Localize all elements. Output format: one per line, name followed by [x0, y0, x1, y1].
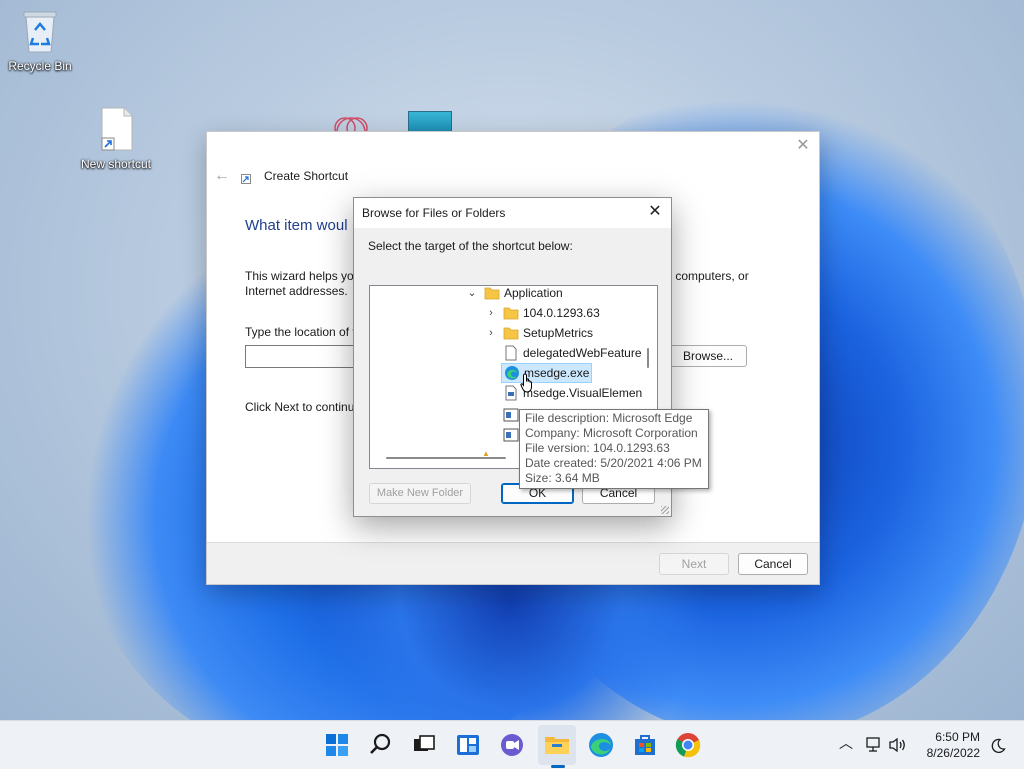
file-icon: [505, 345, 517, 361]
chevron-right-icon[interactable]: ›: [486, 323, 496, 343]
wizard-heading: What item woul: [245, 217, 348, 234]
browse-titlebar[interactable]: Browse for Files or Folders ✕: [354, 198, 671, 228]
taskbar: ︿ 6:50 PM 8/26/2022: [0, 720, 1024, 769]
resize-grip-icon[interactable]: [661, 506, 669, 514]
edge-icon[interactable]: [587, 731, 615, 759]
network-icon[interactable]: [865, 736, 883, 754]
location-label: Type the location of t: [245, 325, 356, 339]
folder-icon: [484, 287, 500, 300]
desktop-app-icon[interactable]: [327, 108, 375, 132]
tooltip-size: Size: 3.64 MB: [525, 471, 600, 485]
browse-instruction: Select the target of the shortcut below:: [368, 239, 573, 253]
wizard-title: Create Shortcut: [264, 169, 349, 183]
widgets-icon[interactable]: [454, 731, 482, 759]
file-tooltip: File description: Microsoft Edge Company…: [519, 409, 709, 489]
desktop-icon-label: Recycle Bin: [8, 59, 72, 73]
volume-icon[interactable]: [888, 736, 908, 754]
xml-file-icon: [505, 385, 517, 401]
file-explorer-icon[interactable]: [543, 731, 571, 759]
close-icon[interactable]: ✕: [647, 204, 663, 220]
chevron-down-icon[interactable]: ⌄: [467, 286, 477, 303]
file-icon: [503, 408, 519, 422]
edge-icon: [505, 366, 519, 380]
chrome-icon[interactable]: [674, 731, 702, 759]
start-icon[interactable]: [323, 731, 351, 759]
cancel-button[interactable]: Cancel: [738, 553, 808, 575]
desktop-icon-new-shortcut[interactable]: New shortcut: [76, 106, 156, 171]
wizard-footer: Next Cancel: [207, 542, 819, 584]
clock-date[interactable]: 8/26/2022: [910, 746, 980, 760]
desktop-app-icon[interactable]: [408, 111, 452, 133]
tree-item-selected[interactable]: msedge.exe: [501, 363, 592, 383]
chevron-right-icon[interactable]: ›: [486, 303, 496, 323]
wizard-description-line2: Internet addresses.: [245, 284, 348, 298]
shortcut-small-icon: [241, 174, 251, 184]
chat-icon[interactable]: [498, 731, 526, 759]
tooltip-company: Company: Microsoft Corporation: [525, 426, 698, 440]
wizard-description: This wizard helps you: [245, 269, 361, 283]
tooltip-version: File version: 104.0.1293.63: [525, 441, 670, 455]
task-view-icon[interactable]: [410, 731, 438, 759]
continue-text: Click Next to continu: [245, 400, 355, 414]
search-icon[interactable]: [367, 731, 395, 759]
hand-cursor-icon: [520, 373, 532, 393]
make-new-folder-button[interactable]: Make New Folder: [369, 483, 471, 504]
shortcut-file-icon: [101, 107, 133, 151]
desktop-icon-recycle-bin[interactable]: Recycle Bin: [0, 8, 80, 73]
store-icon[interactable]: [631, 731, 659, 759]
folder-icon: [503, 327, 519, 340]
notification-moon-icon[interactable]: [990, 738, 1006, 754]
tooltip-created: Date created: 5/20/2021 4:06 PM: [525, 456, 702, 470]
scroll-down-icon[interactable]: ▲: [482, 449, 492, 458]
recycle-bin-icon: [23, 11, 57, 53]
tree-scrollbar-thumb[interactable]: [647, 348, 649, 368]
file-icon: [503, 428, 519, 442]
chevron-up-icon[interactable]: ︿: [838, 733, 854, 753]
folder-icon: [503, 307, 519, 320]
clock-time[interactable]: 6:50 PM: [920, 730, 980, 744]
back-arrow-icon[interactable]: ←: [214, 168, 230, 184]
browse-dialog-title: Browse for Files or Folders: [362, 206, 506, 220]
desktop-icon-label: New shortcut: [80, 157, 152, 171]
browse-button[interactable]: Browse...: [669, 345, 747, 367]
next-button[interactable]: Next: [659, 553, 729, 575]
close-icon[interactable]: ✕: [795, 138, 811, 154]
tooltip-description: File description: Microsoft Edge: [525, 411, 693, 425]
